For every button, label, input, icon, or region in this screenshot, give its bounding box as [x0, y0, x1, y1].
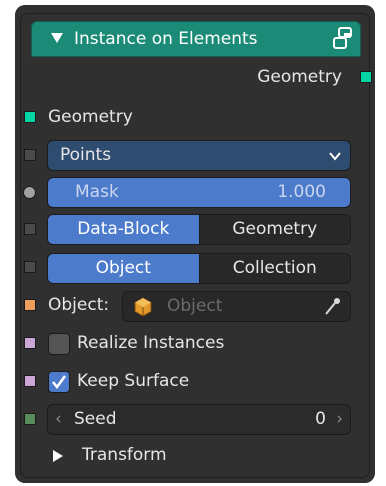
collection-button[interactable]: Collection	[198, 254, 350, 283]
source-socket	[24, 261, 36, 273]
checkmark-icon	[52, 375, 67, 390]
realize-socket[interactable]	[24, 337, 36, 349]
seed-increment-icon[interactable]: ›	[336, 405, 343, 434]
seed-value: 0	[315, 409, 326, 429]
mask-label: Mask	[75, 182, 119, 202]
mode-socket	[24, 223, 36, 235]
expand-arrow-icon	[53, 450, 63, 462]
output-geometry-label: Geometry	[257, 67, 342, 87]
output-geometry-socket[interactable]	[360, 71, 372, 83]
source-toggle: Object Collection	[47, 253, 351, 284]
object-button[interactable]: Object	[48, 254, 199, 283]
node-tree-icon[interactable]	[332, 26, 354, 52]
transform-panel[interactable]: Transform	[50, 444, 250, 468]
seed-field[interactable]: ‹ Seed 0 ›	[47, 404, 351, 435]
object-label: Object:	[48, 295, 110, 315]
input-geometry-label: Geometry	[48, 107, 133, 127]
node-title: Instance on Elements	[74, 29, 258, 49]
object-socket[interactable]	[24, 299, 36, 311]
domain-socket	[24, 149, 36, 161]
mask-socket[interactable]	[23, 186, 36, 199]
collapse-arrow-icon[interactable]	[51, 33, 63, 43]
seed-decrement-icon[interactable]: ‹	[55, 405, 62, 434]
domain-dropdown[interactable]: Points	[47, 140, 351, 171]
geometry-button[interactable]: Geometry	[198, 215, 350, 244]
mask-value: 1.000	[277, 182, 326, 202]
chevron-down-icon	[329, 152, 341, 161]
domain-dropdown-value: Points	[60, 145, 112, 165]
realize-checkbox[interactable]	[48, 333, 70, 355]
keep-surface-checkbox[interactable]	[48, 371, 70, 393]
transform-label: Transform	[82, 445, 167, 465]
seed-label: Seed	[74, 409, 117, 429]
input-geometry-socket[interactable]	[24, 111, 36, 123]
mask-slider[interactable]: Mask 1.000	[47, 177, 351, 208]
eyedropper-icon[interactable]	[323, 297, 341, 317]
data-block-button[interactable]: Data-Block	[48, 215, 199, 244]
instance-type-toggle: Data-Block Geometry	[47, 214, 351, 245]
node-header[interactable]: Instance on Elements	[31, 21, 361, 57]
keep-surface-socket[interactable]	[24, 375, 36, 387]
cube-icon	[134, 297, 152, 317]
seed-socket[interactable]	[24, 413, 36, 425]
object-field[interactable]: Object	[122, 291, 351, 322]
realize-label: Realize Instances	[77, 333, 225, 353]
keep-surface-label: Keep Surface	[77, 371, 190, 391]
object-placeholder: Object	[167, 296, 223, 316]
